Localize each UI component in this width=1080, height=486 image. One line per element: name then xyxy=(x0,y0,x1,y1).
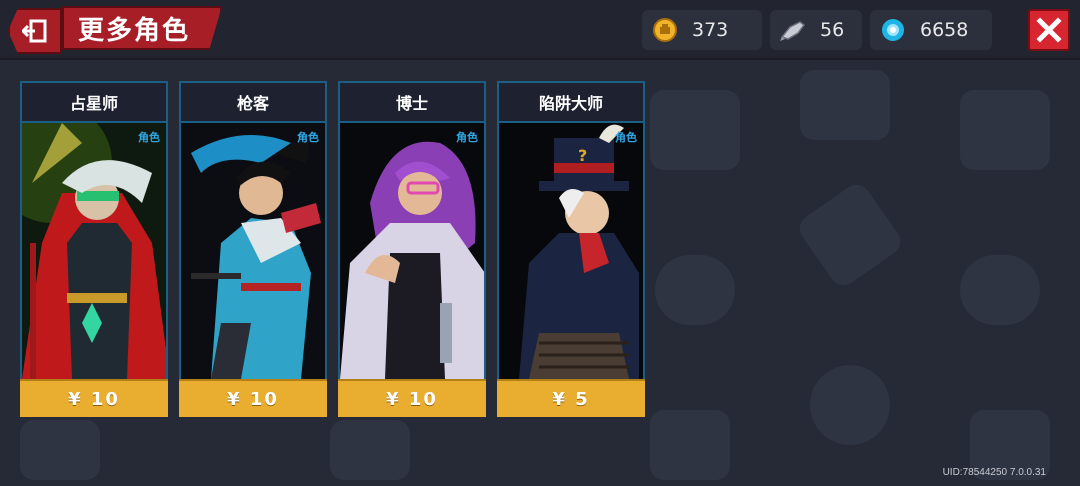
gold-count: 373 xyxy=(692,19,729,41)
character-portrait xyxy=(181,123,325,379)
fish-count: 56 xyxy=(820,19,845,41)
svg-text:?: ? xyxy=(578,146,587,165)
price-button[interactable]: ¥ 10 xyxy=(20,379,168,417)
price-button[interactable]: ¥ 10 xyxy=(179,379,327,417)
character-tag: 角色 xyxy=(456,131,478,144)
currency-gold: 373 xyxy=(642,10,762,50)
character-name: 枪客 xyxy=(181,83,325,123)
character-shop-panel: 占星师 角色 ¥ 10 枪客 角色 ¥ 10 博士 角色 ¥ 10 陷阱大师 ?… xyxy=(0,60,1080,486)
character-card-astrologer[interactable]: 占星师 角色 ¥ 10 xyxy=(20,81,168,417)
top-bar: 更多角色 373 56 6658 xyxy=(0,0,1080,60)
gem-count: 6658 xyxy=(920,19,969,41)
character-tag: 角色 xyxy=(615,131,637,144)
character-portrait: ? xyxy=(499,123,643,379)
character-name: 博士 xyxy=(340,83,484,123)
page-title: 更多角色 xyxy=(62,6,222,50)
character-tag: 角色 xyxy=(297,131,319,144)
character-portrait xyxy=(340,123,484,379)
uid-version-label: UID:78544250 7.0.0.31 xyxy=(942,467,1046,478)
close-icon xyxy=(1036,17,1062,43)
currency-fish: 56 xyxy=(770,10,862,50)
price-button[interactable]: ¥ 5 xyxy=(497,379,645,417)
page-title-text: 更多角色 xyxy=(78,15,191,46)
character-card-trap-master[interactable]: 陷阱大师 ? 角色 ¥ 5 xyxy=(497,81,645,417)
price-button[interactable]: ¥ 10 xyxy=(338,379,486,417)
exit-icon xyxy=(22,19,47,43)
character-name: 陷阱大师 xyxy=(499,83,643,123)
character-portrait xyxy=(22,123,166,379)
currency-gem: 6658 xyxy=(870,10,992,50)
character-tag: 角色 xyxy=(138,131,160,144)
gem-icon xyxy=(880,17,906,43)
character-card-doctor[interactable]: 博士 角色 ¥ 10 xyxy=(338,81,486,417)
back-button[interactable] xyxy=(8,8,62,54)
gold-coin-icon xyxy=(652,17,678,43)
close-button[interactable] xyxy=(1028,9,1070,51)
character-card-lancer[interactable]: 枪客 角色 ¥ 10 xyxy=(179,81,327,417)
fish-icon xyxy=(780,17,806,43)
character-name: 占星师 xyxy=(22,83,166,123)
